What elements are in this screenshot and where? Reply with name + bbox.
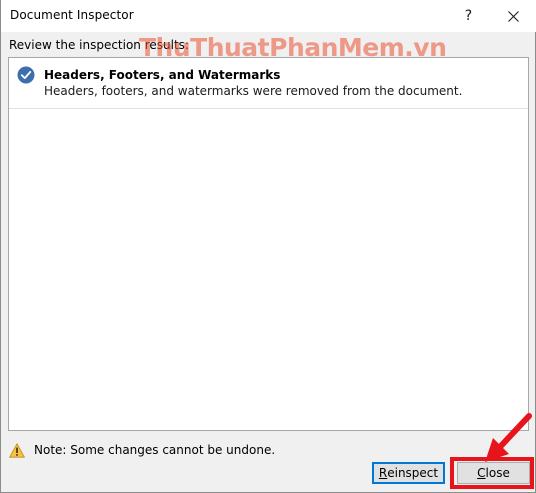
reinspect-label: einspect [387,466,439,480]
reinspect-accelerator: R [378,466,388,480]
check-circle-icon [17,66,35,84]
warning-icon [9,443,25,458]
document-inspector-dialog: Document Inspector ? Review the inspecti… [0,0,536,493]
result-description: Headers, footers, and watermarks were re… [44,84,463,98]
inspection-results-list[interactable]: Headers, Footers, and Watermarks Headers… [8,57,529,431]
title-bar: Document Inspector ? [1,0,536,32]
window-title: Document Inspector [10,8,134,22]
close-icon [508,10,519,22]
window-close-button[interactable] [491,0,536,32]
help-icon: ? [464,8,473,24]
undo-warning-note: Note: Some changes cannot be undone. [34,443,276,457]
reinspect-button[interactable]: Reinspect [372,462,445,484]
result-item-headers-footers: Headers, Footers, and Watermarks Headers… [9,58,528,109]
help-button[interactable]: ? [446,0,491,32]
result-title: Headers, Footers, and Watermarks [44,68,281,82]
pointer-arrow-icon [485,413,532,462]
